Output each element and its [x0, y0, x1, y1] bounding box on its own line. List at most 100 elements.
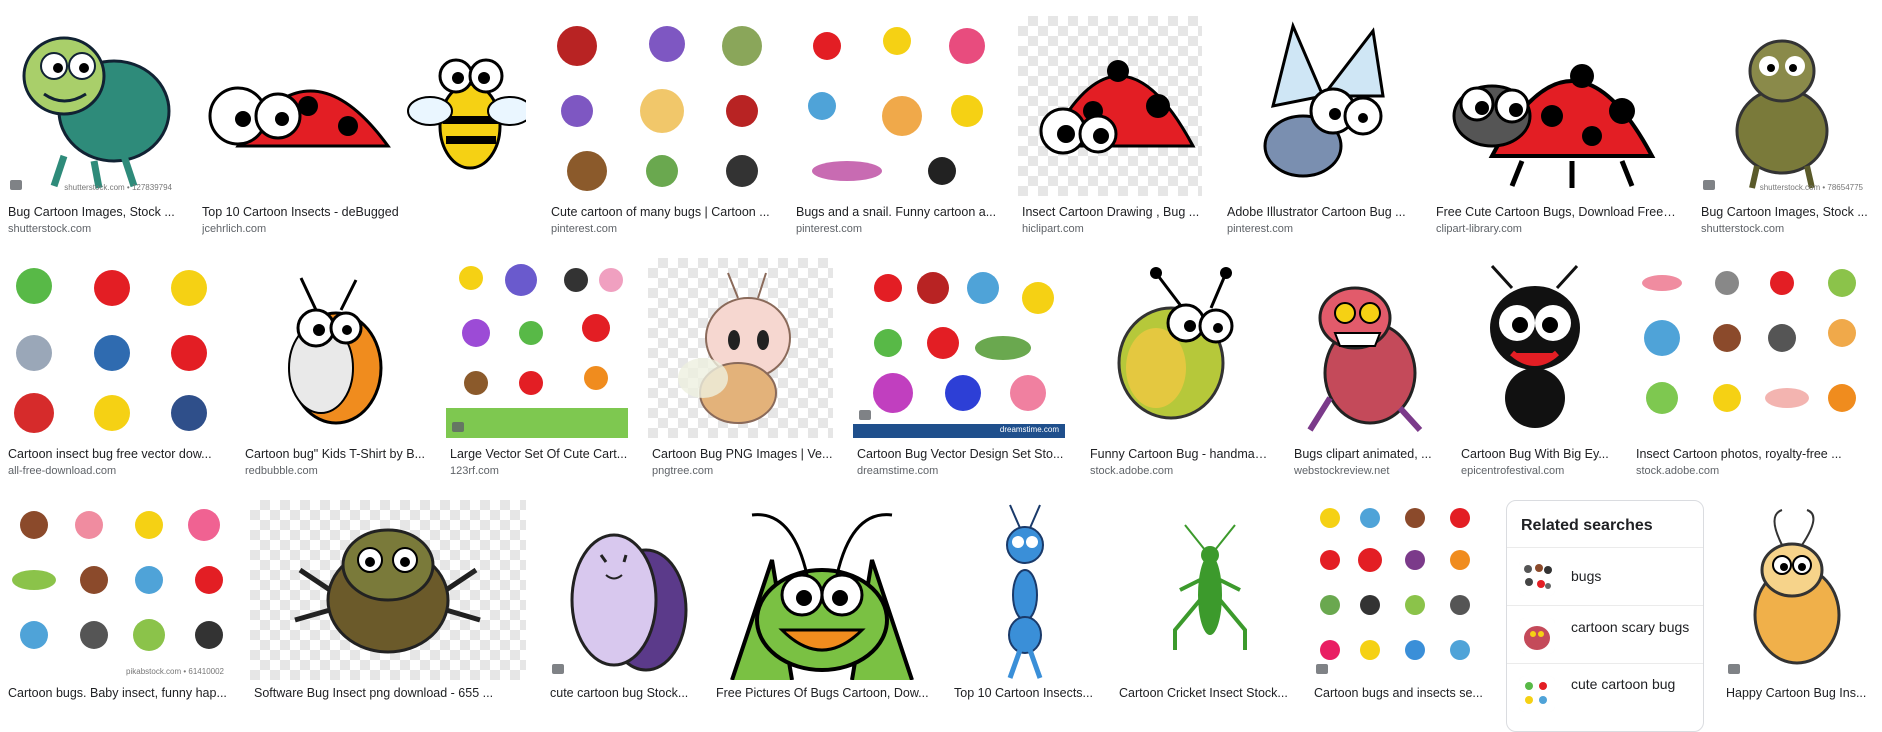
result-source: pngtree.com [652, 465, 714, 477]
insect-collection-image [1632, 258, 1868, 438]
result-source: all-free-download.com [8, 465, 117, 477]
happy-bug-image [1722, 500, 1868, 680]
result-title: Free Cute Cartoon Bugs, Download Free ..… [1436, 205, 1676, 219]
result-thumbnail [1290, 258, 1437, 438]
green-bug-image [4, 16, 178, 196]
image-result[interactable]: Cartoon insect bug free vector dow... al… [4, 258, 222, 482]
image-result[interactable]: Free Pictures Of Bugs Cartoon, Dow... [712, 500, 930, 700]
green-grasshopper-image [712, 500, 930, 680]
result-title: Adobe Illustrator Cartoon Bug ... [1227, 205, 1406, 219]
result-thumbnail [648, 258, 833, 438]
yellow-bug-image [1086, 258, 1270, 438]
result-source: shutterstock.com [8, 223, 92, 235]
result-thumbnail [1457, 258, 1612, 438]
result-source: clipart-library.com [1436, 223, 1522, 235]
photo-badge-icon [1703, 180, 1715, 190]
image-result[interactable]: Top 10 Cartoon Insects - deBugged jcehrl… [198, 16, 526, 240]
ladybug-image [1039, 60, 1196, 155]
result-source: stock.adobe.com [1636, 465, 1720, 477]
image-result[interactable]: Adobe Illustrator Cartoon Bug ... pinter… [1223, 16, 1411, 240]
related-search-thumbnail [1519, 618, 1555, 654]
result-title: Top 10 Cartoon Insects... [954, 686, 1093, 700]
result-thumbnail [712, 500, 930, 680]
result-thumbnail [1018, 16, 1202, 196]
pink-bug-image [678, 272, 791, 424]
image-result[interactable]: Software Bug Insect png download - 655 .… [250, 500, 526, 700]
image-result[interactable]: pikabstock.com • 61410002 Cartoon bugs. … [4, 500, 230, 700]
image-result[interactable]: Cute cartoon of many bugs | Cartoon ... … [547, 16, 771, 240]
image-result[interactable]: Cartoon bug" Kids T-Shirt by B... redbub… [241, 258, 426, 482]
related-search-label: bugs [1571, 568, 1602, 584]
photo-badge-icon [452, 422, 464, 432]
bugs-set-image [1310, 500, 1486, 680]
result-thumbnail: shutterstock.com • 127839794 [4, 16, 178, 196]
result-thumbnail [1632, 258, 1868, 438]
result-thumbnail [250, 500, 526, 680]
photo-badge-icon [859, 410, 871, 420]
result-title: Bugs and a snail. Funny cartoon a... [796, 205, 997, 219]
result-title: Cartoon Cricket Insect Stock... [1119, 686, 1288, 700]
watermark: pikabstock.com • 61410002 [126, 667, 224, 676]
result-source: pinterest.com [1227, 223, 1294, 235]
vector-bug-set-image [446, 258, 628, 438]
related-search-bugs[interactable]: bugs [1507, 547, 1703, 606]
related-search-cartoon-scary-bugs[interactable]: cartoon scary bugs [1507, 605, 1703, 664]
result-thumbnail [1432, 16, 1676, 196]
image-result[interactable]: Happy Cartoon Bug Ins... [1722, 500, 1868, 700]
result-title: Insect Cartoon Drawing , Bug ... [1022, 205, 1200, 219]
result-source: webstockreview.net [1294, 465, 1390, 477]
bugs-and-snail-image [792, 16, 998, 196]
watermark: shutterstock.com • 78654775 [1759, 183, 1863, 192]
image-result[interactable]: Cartoon bugs and insects se... [1310, 500, 1486, 700]
result-source: jcehrlich.com [202, 223, 267, 235]
result-thumbnail [4, 258, 222, 438]
image-result[interactable]: Free Cute Cartoon Bugs, Download Free ..… [1432, 16, 1676, 240]
result-source: pinterest.com [551, 223, 618, 235]
black-ant-image [1457, 258, 1612, 438]
bug-sticker-image [241, 258, 426, 438]
related-search-label: cute cartoon bug [1571, 676, 1676, 692]
image-result[interactable]: Cartoon Bug With Big Ey... epicentrofest… [1457, 258, 1612, 482]
result-title: Bug Cartoon Images, Stock ... [1701, 205, 1868, 219]
result-title: Funny Cartoon Bug - handmad... [1090, 447, 1270, 461]
image-result[interactable]: shutterstock.com • 78654775 Bug Cartoon … [1697, 16, 1869, 240]
related-search-label: cartoon scary bugs [1571, 619, 1690, 635]
result-thumbnail: dreamstime.com [853, 258, 1065, 438]
image-result[interactable]: Top 10 Cartoon Insects... [950, 500, 1095, 700]
image-result[interactable]: Bugs clipart animated, ... webstockrevie… [1290, 258, 1437, 482]
bug-vector-design-image [853, 258, 1065, 438]
watermark: dreamstime.com [999, 425, 1059, 434]
result-thumbnail [1086, 258, 1270, 438]
related-search-thumbnail [1519, 676, 1555, 712]
photo-badge-icon [10, 180, 22, 190]
result-thumbnail [1223, 16, 1411, 196]
result-source: shutterstock.com [1701, 223, 1785, 235]
image-result[interactable]: Large Vector Set Of Cute Cart... 123rf.c… [446, 258, 628, 482]
image-result[interactable]: Cartoon Bug PNG Images | Ve... pngtree.c… [648, 258, 833, 482]
image-result[interactable]: cute cartoon bug Stock... [546, 500, 692, 700]
result-title: Cartoon Bug PNG Images | Ve... [652, 447, 833, 461]
result-thumbnail [1115, 500, 1305, 680]
image-result[interactable]: dreamstime.com Cartoon Bug Vector Design… [853, 258, 1065, 482]
image-result[interactable]: Insect Cartoon photos, royalty-free ... … [1632, 258, 1868, 482]
watermark: shutterstock.com • 127839794 [64, 183, 172, 192]
software-bug-image [294, 528, 481, 654]
result-title: Cartoon Bug With Big Ey... [1461, 447, 1609, 461]
photo-badge-icon [552, 664, 564, 674]
result-title: Cute cartoon of many bugs | Cartoon ... [551, 205, 770, 219]
related-search-thumbnail [1519, 560, 1555, 596]
image-result[interactable]: Insect Cartoon Drawing , Bug ... hiclipa… [1018, 16, 1202, 240]
result-title: Software Bug Insect png download - 655 .… [254, 686, 494, 700]
image-result[interactable]: Funny Cartoon Bug - handmad... stock.ado… [1086, 258, 1270, 482]
related-search-cute-cartoon-bug[interactable]: cute cartoon bug [1507, 663, 1703, 722]
photo-badge-icon [1316, 664, 1328, 674]
result-thumbnail [950, 500, 1095, 680]
result-thumbnail [546, 500, 692, 680]
image-result[interactable]: shutterstock.com • 127839794 Bug Cartoon… [4, 16, 178, 240]
cute-purple-bug-image [546, 500, 692, 680]
many-bugs-image [547, 16, 771, 196]
image-result[interactable]: Bugs and a snail. Funny cartoon a... pin… [792, 16, 998, 240]
result-title: Cartoon bug" Kids T-Shirt by B... [245, 447, 425, 461]
ladybug-and-bee-image [198, 16, 526, 196]
image-result[interactable]: Cartoon Cricket Insect Stock... [1115, 500, 1305, 700]
